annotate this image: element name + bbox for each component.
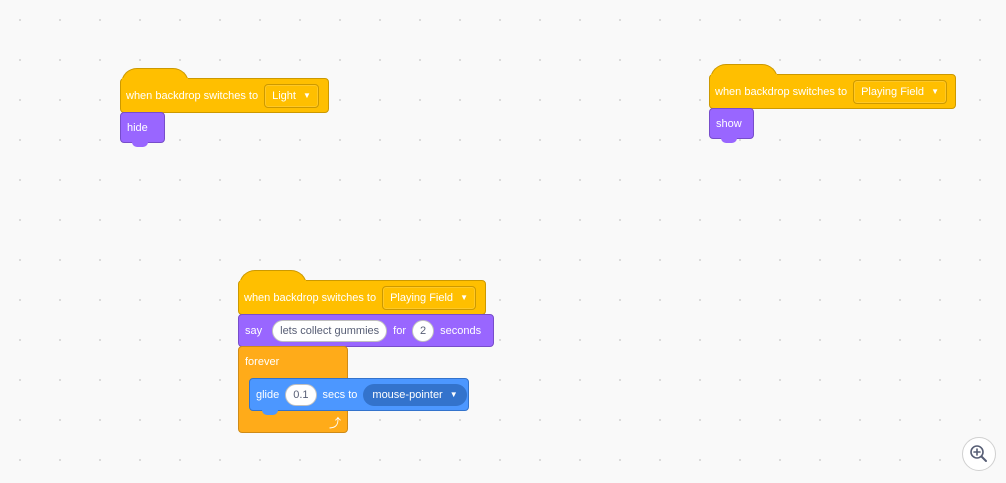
forever-label: forever	[245, 356, 280, 368]
code-area[interactable]: when backdrop switches to Light ▼ hide w…	[0, 0, 1006, 483]
seconds-value: 2	[420, 324, 427, 337]
backdrop-dropdown[interactable]: Playing Field ▼	[853, 79, 947, 104]
seconds-label: seconds	[440, 324, 482, 337]
chevron-down-icon: ▼	[302, 91, 311, 100]
glide-target-value: mouse-pointer	[372, 388, 443, 401]
glide-target-dropdown[interactable]: mouse-pointer ▼	[363, 383, 467, 406]
backdrop-dropdown-value: Playing Field	[390, 291, 454, 304]
seconds-input[interactable]: 2	[412, 319, 435, 342]
chevron-down-icon: ▼	[931, 87, 939, 96]
block-notch	[262, 410, 278, 415]
block-label: when backdrop switches to	[244, 291, 377, 304]
block-notch	[721, 138, 737, 143]
glide-secs-value: 0.1	[293, 388, 309, 401]
secs-to-label: secs to	[322, 388, 358, 401]
say-for-secs-block[interactable]: say lets collect gummies for 2 seconds	[238, 314, 494, 347]
when-backdrop-switches-block[interactable]: when backdrop switches to Playing Field …	[709, 74, 956, 109]
block-label: hide	[127, 121, 148, 134]
backdrop-dropdown-value: Light	[272, 89, 296, 102]
block-label: when backdrop switches to	[715, 85, 848, 98]
for-label: for	[393, 324, 407, 337]
say-message-input[interactable]: lets collect gummies	[272, 319, 388, 342]
glide-to-block[interactable]: glide 0.1 secs to mouse-pointer ▼	[249, 378, 469, 411]
backdrop-dropdown[interactable]: Light ▼	[264, 83, 319, 108]
block-label: show	[716, 117, 742, 130]
show-block[interactable]: show	[709, 108, 754, 139]
hide-block[interactable]: hide	[120, 112, 165, 143]
zoom-in-icon	[970, 445, 987, 462]
when-backdrop-switches-block[interactable]: when backdrop switches to Playing Field …	[238, 280, 486, 315]
when-backdrop-switches-block[interactable]: when backdrop switches to Light ▼	[120, 78, 329, 113]
say-message-value: lets collect gummies	[280, 324, 380, 337]
block-label: when backdrop switches to	[126, 89, 259, 102]
chevron-down-icon: ▼	[449, 390, 458, 399]
block-notch	[132, 142, 148, 147]
backdrop-dropdown[interactable]: Playing Field ▼	[382, 285, 476, 310]
backdrop-dropdown-value: Playing Field	[861, 85, 925, 98]
chevron-down-icon: ▼	[460, 293, 468, 302]
glide-secs-input[interactable]: 0.1	[285, 383, 317, 406]
zoom-in-button[interactable]	[962, 437, 996, 471]
loop-arrow-icon: ⤴	[329, 416, 342, 430]
hat-join	[122, 78, 188, 81]
hat-join	[711, 74, 777, 77]
hat-join	[240, 280, 306, 283]
say-label: say	[245, 324, 263, 337]
glide-label: glide	[256, 388, 280, 401]
